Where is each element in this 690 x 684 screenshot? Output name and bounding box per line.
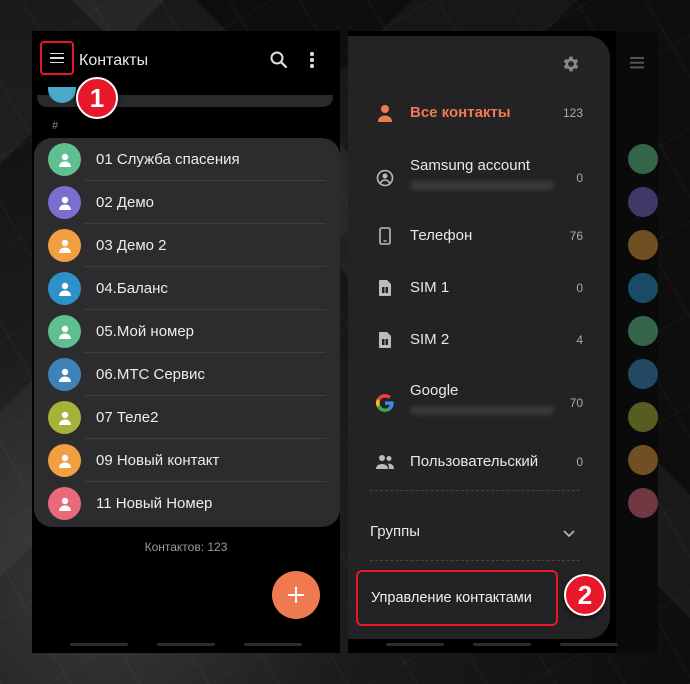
drawer-item-count: 0: [576, 171, 583, 185]
contact-name: 05.Мой номер: [96, 323, 195, 340]
drawer-item-label: Все контакты: [410, 104, 511, 121]
contact-name: 02 Демо: [96, 194, 155, 211]
drawer-item-count: 70: [569, 396, 583, 410]
person-icon: [375, 103, 395, 123]
contact-row[interactable]: 06.МТС Сервис: [34, 353, 340, 396]
search-icon: [270, 51, 288, 69]
contact-row[interactable]: 05.Мой номер: [34, 310, 340, 353]
more-options-button[interactable]: [304, 50, 320, 70]
contact-name: 11 Новый Номер: [96, 495, 213, 512]
person-icon: [58, 282, 71, 296]
contact-row[interactable]: 07 Теле2: [34, 396, 340, 439]
avatar: [48, 315, 81, 348]
drawer-item-sim-1[interactable]: SIM 1 0: [348, 276, 610, 300]
drawer-item-samsung-account[interactable]: Samsung account 0: [348, 155, 610, 195]
navigation-drawer: Все контакты 123 Samsung account 0 Телеф…: [348, 36, 610, 639]
contact-name: 09 Новый контакт: [96, 452, 220, 469]
drawer-item-count: 4: [576, 333, 583, 347]
sim-card-icon: [375, 278, 395, 298]
person-icon: [58, 325, 71, 339]
chevron-down-icon: [563, 530, 575, 538]
drawer-item-label: SIM 1: [410, 279, 450, 296]
phone-icon: [375, 226, 395, 246]
section-header: #: [52, 120, 59, 132]
person-icon: [58, 368, 71, 382]
hamburger-icon: [50, 52, 64, 64]
drawer-item-label: Пользовательский: [410, 453, 539, 470]
drawer-item-label: SIM 2: [410, 331, 450, 348]
gear-icon: [563, 56, 579, 72]
contact-name: 07 Теле2: [96, 409, 159, 426]
person-icon: [58, 196, 71, 210]
drawer-item-count: 123: [562, 106, 583, 120]
groups-section-label[interactable]: Группы: [370, 523, 420, 540]
avatar: [48, 186, 81, 219]
avatar: [48, 229, 81, 262]
contact-row[interactable]: 11 Новый Номер: [34, 482, 340, 525]
google-icon: [375, 393, 395, 413]
avatar: [48, 401, 81, 434]
menu-button[interactable]: [40, 41, 74, 75]
avatar: [48, 358, 81, 391]
drawer-item-count: 0: [576, 281, 583, 295]
person-icon: [58, 454, 71, 468]
drawer-item-all-contacts[interactable]: Все контакты 123: [348, 101, 610, 125]
navigation-bar: [348, 643, 658, 647]
contacts-screen: Контакты # 01 Служба спасения 02 Демо 03…: [32, 31, 340, 653]
person-icon: [58, 239, 71, 253]
step-badge-2: 2: [564, 574, 606, 616]
contact-row[interactable]: 09 Новый контакт: [34, 439, 340, 482]
manage-contacts-label: Управление контактами: [371, 590, 532, 606]
expand-groups-button[interactable]: [562, 526, 576, 538]
avatar: [48, 444, 81, 477]
contact-row[interactable]: 04.Баланс: [34, 267, 340, 310]
manage-contacts-button[interactable]: Управление контактами: [356, 570, 558, 626]
contact-row[interactable]: 02 Демо: [34, 181, 340, 224]
contact-list: 01 Служба спасения 02 Демо 03 Демо 2 04.…: [34, 138, 340, 527]
contact-row[interactable]: 01 Служба спасения: [34, 138, 340, 181]
navigation-bar: [32, 643, 340, 647]
contact-name: 03 Демо 2: [96, 237, 167, 254]
sim-card-icon: [375, 330, 395, 350]
contact-name: 01 Служба спасения: [96, 151, 240, 168]
contacts-count: Контактов: 123: [144, 540, 228, 554]
step-badge-1: 1: [76, 77, 118, 119]
drawer-item-label: Телефон: [410, 227, 473, 244]
settings-button[interactable]: [561, 54, 581, 74]
people-icon: [375, 452, 395, 472]
person-icon: [58, 153, 71, 167]
search-button[interactable]: [269, 50, 289, 70]
drawer-item-sim-2[interactable]: SIM 2 4: [348, 328, 610, 352]
contact-name: 06.МТС Сервис: [96, 366, 205, 383]
person-icon: [58, 411, 71, 425]
app-bar: Контакты: [32, 31, 340, 91]
account-circle-icon: [375, 168, 395, 188]
drawer-item-phone[interactable]: Телефон 76: [348, 224, 610, 248]
avatar: [48, 487, 81, 520]
page-title: Контакты: [79, 52, 149, 69]
drawer-item-label: Samsung account: [410, 157, 531, 174]
drawer-item-google[interactable]: Google 70: [348, 380, 610, 420]
avatar: [48, 143, 81, 176]
drawer-screen: Все контакты 123 Samsung account 0 Телеф…: [348, 31, 658, 653]
drawer-item-label: Google: [410, 382, 459, 399]
drawer-item-custom[interactable]: Пользовательский 0: [348, 450, 610, 474]
drawer-item-count: 76: [569, 229, 583, 243]
drawer-item-count: 0: [576, 455, 583, 469]
add-contact-button[interactable]: [272, 571, 320, 619]
contact-row[interactable]: 03 Демо 2: [34, 224, 340, 267]
contact-name: 04.Баланс: [96, 280, 168, 297]
avatar: [48, 272, 81, 305]
person-icon: [58, 497, 71, 511]
